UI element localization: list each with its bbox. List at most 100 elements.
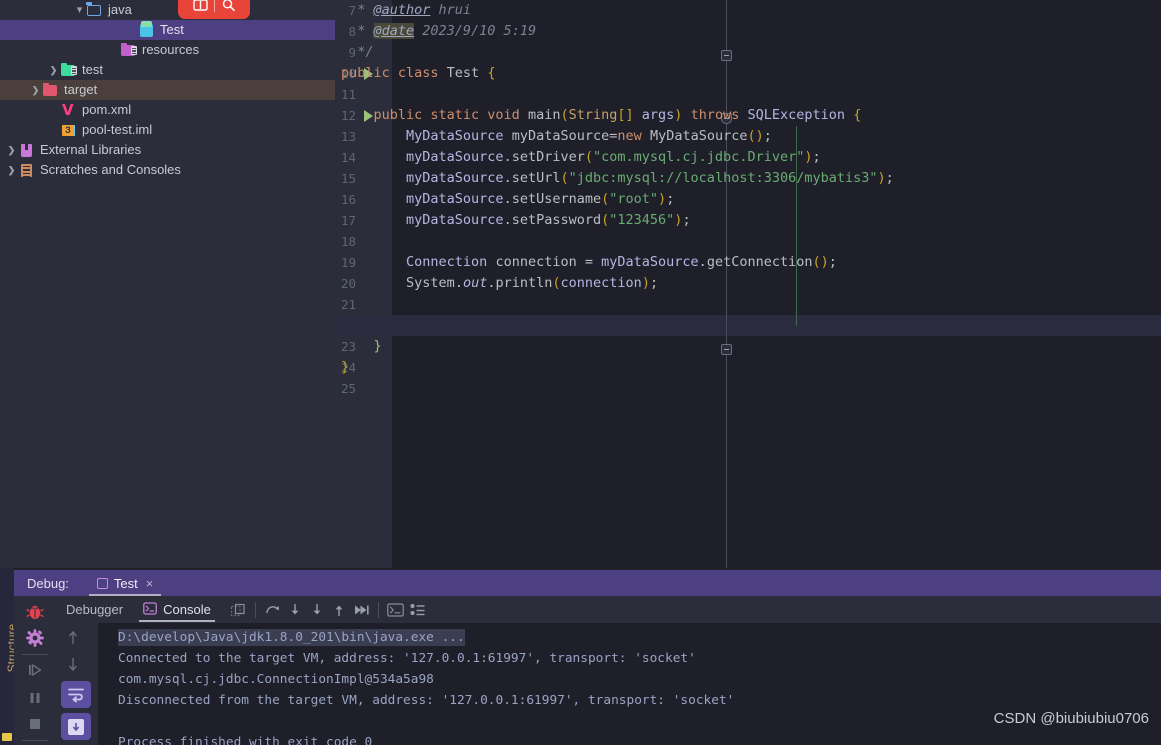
code-token: String bbox=[568, 107, 618, 123]
code-token: "root" bbox=[609, 191, 659, 207]
tree-item-label: java bbox=[108, 2, 132, 17]
code-line[interactable]: public class Test { bbox=[335, 63, 1161, 84]
floating-action-popup[interactable] bbox=[178, 0, 250, 19]
tab-console[interactable]: Console bbox=[133, 596, 221, 623]
code-line[interactable]: Connection connection = myDataSource.get… bbox=[335, 252, 1161, 273]
scroll-to-end-icon[interactable] bbox=[61, 713, 91, 740]
step-into-icon[interactable] bbox=[284, 599, 306, 621]
tree-item-pom-xml[interactable]: Vpom.xml bbox=[0, 100, 335, 120]
code-token: () bbox=[747, 128, 764, 144]
code-line[interactable] bbox=[335, 231, 1161, 252]
scroll-down-icon[interactable] bbox=[64, 655, 84, 675]
code-line[interactable] bbox=[335, 294, 1161, 315]
console-line: D:\develop\Java\jdk1.8.0_201\bin\java.ex… bbox=[118, 627, 1161, 648]
code-token: setUrl bbox=[511, 170, 561, 186]
code-token: ) bbox=[641, 275, 650, 291]
code-token: setPassword bbox=[511, 212, 602, 228]
code-token: */ bbox=[341, 44, 374, 60]
code-token: myDataSource bbox=[406, 170, 504, 186]
search-icon[interactable] bbox=[221, 0, 236, 12]
tree-item-pool-test-iml[interactable]: Зpool-test.iml bbox=[0, 120, 335, 140]
chevron-right-icon[interactable] bbox=[29, 80, 42, 100]
step-over-icon[interactable] bbox=[262, 599, 284, 621]
chevron-down-icon[interactable] bbox=[73, 0, 86, 20]
chevron-right-icon[interactable] bbox=[5, 140, 18, 160]
code-line[interactable]: MyDataSource myDataSource=new MyDataSour… bbox=[335, 126, 1161, 147]
book-open-icon[interactable] bbox=[192, 0, 208, 12]
console-side-toolbar[interactable] bbox=[56, 623, 98, 745]
code-token: ; bbox=[812, 149, 821, 165]
library-icon bbox=[18, 142, 35, 158]
tree-item-target[interactable]: target bbox=[0, 80, 335, 100]
code-token: println bbox=[495, 275, 553, 291]
soft-wrap-icon[interactable] bbox=[61, 681, 91, 708]
stop-icon[interactable] bbox=[25, 714, 45, 734]
pause-icon[interactable] bbox=[25, 688, 45, 708]
scroll-up-icon[interactable] bbox=[64, 629, 84, 649]
debug-header-label: Debug: bbox=[27, 575, 69, 591]
code-token: hrui bbox=[430, 2, 472, 18]
tree-item-java[interactable]: java bbox=[0, 0, 335, 20]
chevron-right-icon[interactable] bbox=[5, 160, 18, 180]
tree-item-test[interactable]: Test bbox=[0, 20, 335, 40]
code-line[interactable]: myDataSource.setPassword("123456"); bbox=[335, 210, 1161, 231]
bookmarks-icon[interactable] bbox=[2, 733, 12, 741]
tree-item-external-libraries[interactable]: External Libraries bbox=[0, 140, 335, 160]
code-line[interactable]: * @date 2023/9/10 5:19 bbox=[335, 21, 1161, 42]
settings-gear-icon[interactable] bbox=[25, 628, 45, 648]
code-line[interactable]: System.out.println(connection); bbox=[335, 273, 1161, 294]
code-line[interactable]: } bbox=[335, 336, 1161, 357]
tab-debugger[interactable]: Debugger bbox=[56, 596, 133, 623]
console-icon bbox=[143, 601, 157, 618]
code-token: public static void bbox=[373, 107, 528, 123]
code-line[interactable]: myDataSource.setUsername("root"); bbox=[335, 189, 1161, 210]
close-icon[interactable]: × bbox=[146, 576, 154, 591]
step-out-icon[interactable] bbox=[328, 599, 350, 621]
mute-breakpoints-icon[interactable] bbox=[227, 599, 249, 621]
structure-tool-strip[interactable]: Structure bbox=[0, 568, 19, 745]
debug-toolbar[interactable]: Debugger Console bbox=[56, 596, 1161, 623]
tree-arrow-none bbox=[107, 40, 120, 60]
code-line[interactable] bbox=[335, 378, 1161, 399]
code-line[interactable] bbox=[335, 84, 1161, 105]
code-line[interactable] bbox=[335, 315, 1161, 336]
code-line[interactable]: myDataSource.setDriver("com.mysql.cj.jdb… bbox=[335, 147, 1161, 168]
code-token: ( bbox=[584, 149, 594, 165]
code-line[interactable]: */ bbox=[335, 42, 1161, 63]
code-token: args bbox=[641, 107, 675, 123]
evaluate-expression-icon[interactable] bbox=[385, 599, 407, 621]
force-step-into-icon[interactable] bbox=[306, 599, 328, 621]
tree-item-test[interactable]: test bbox=[0, 60, 335, 80]
code-token: "com.mysql.cj.jdbc.Driver" bbox=[593, 149, 805, 165]
popup-divider bbox=[213, 0, 215, 12]
code-token: () bbox=[812, 254, 829, 270]
code-line[interactable]: * @author hrui bbox=[335, 0, 1161, 21]
code-line[interactable]: } bbox=[335, 357, 1161, 378]
resume-icon[interactable] bbox=[25, 660, 45, 680]
code-token: . bbox=[503, 149, 512, 165]
project-tool-window[interactable]: java TestresourcestesttargetVpom.xmlЗpool… bbox=[0, 0, 335, 568]
code-line[interactable]: myDataSource.setUrl("jdbc:mysql://localh… bbox=[335, 168, 1161, 189]
folder-green-test-icon bbox=[60, 62, 77, 78]
tree-item-label: pool-test.iml bbox=[82, 122, 153, 137]
tree-item-resources[interactable]: resources bbox=[0, 40, 335, 60]
debugger-tab-label: Debugger bbox=[66, 602, 124, 617]
code-token: System bbox=[406, 275, 455, 291]
code-editor[interactable]: 78910111213141516171819202122232425 * @a… bbox=[335, 0, 1161, 568]
code-line[interactable]: public static void main(String[] args) t… bbox=[335, 105, 1161, 126]
debug-side-toolbar[interactable] bbox=[14, 596, 56, 745]
chevron-right-icon[interactable] bbox=[47, 60, 60, 80]
code-token: 2023/9/10 5:19 bbox=[414, 23, 537, 39]
tree-item-scratches-and-consoles[interactable]: Scratches and Consoles bbox=[0, 160, 335, 180]
bug-icon[interactable] bbox=[25, 602, 45, 622]
run-to-cursor-icon[interactable] bbox=[350, 599, 372, 621]
debug-tool-window[interactable]: Structure Debug: Test × Debugger Console… bbox=[0, 568, 1161, 745]
debug-session-tab[interactable]: Test × bbox=[88, 570, 162, 596]
settings-list-icon[interactable] bbox=[407, 599, 429, 621]
console-tab-label: Console bbox=[163, 602, 211, 617]
code-token: = bbox=[576, 254, 602, 270]
code-token: SQLException bbox=[747, 107, 846, 123]
